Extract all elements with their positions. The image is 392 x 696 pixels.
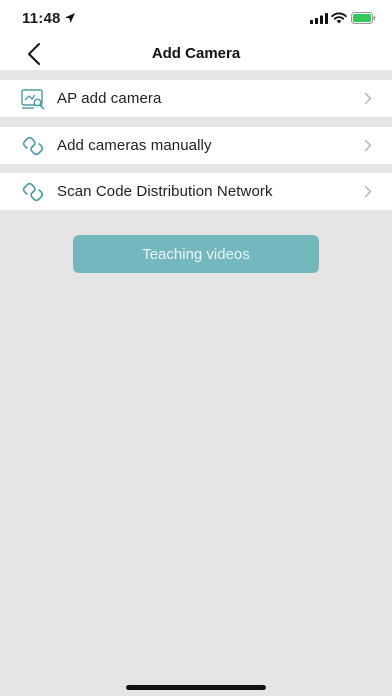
status-bar: 11:48 [0,0,392,36]
chevron-right-icon [364,92,372,105]
teaching-videos-button[interactable]: Teaching videos [73,235,319,273]
home-indicator[interactable] [126,685,266,690]
link-icon [22,136,44,156]
location-arrow-icon [65,13,75,23]
page-title: Add Camera [151,45,241,62]
menu-item-scan-code[interactable]: Scan Code Distribution Network [0,173,392,210]
chevron-right-icon [364,139,372,152]
link-icon [22,182,44,202]
menu-item-label: Scan Code Distribution Network [57,183,273,200]
menu-item-label: Add cameras manually [57,137,212,154]
menu-item-label: AP add camera [57,90,162,107]
status-time: 11:48 [22,10,61,27]
wifi-icon [331,12,347,24]
chevron-right-icon [364,185,372,198]
ap-camera-icon [21,89,45,110]
menu-item-ap-add-camera[interactable]: AP add camera [0,80,392,117]
cellular-signal-icon [310,13,328,24]
nav-bar: Add Camera [0,36,392,70]
menu-item-add-manually[interactable]: Add cameras manually [0,127,392,164]
battery-icon [351,12,376,24]
